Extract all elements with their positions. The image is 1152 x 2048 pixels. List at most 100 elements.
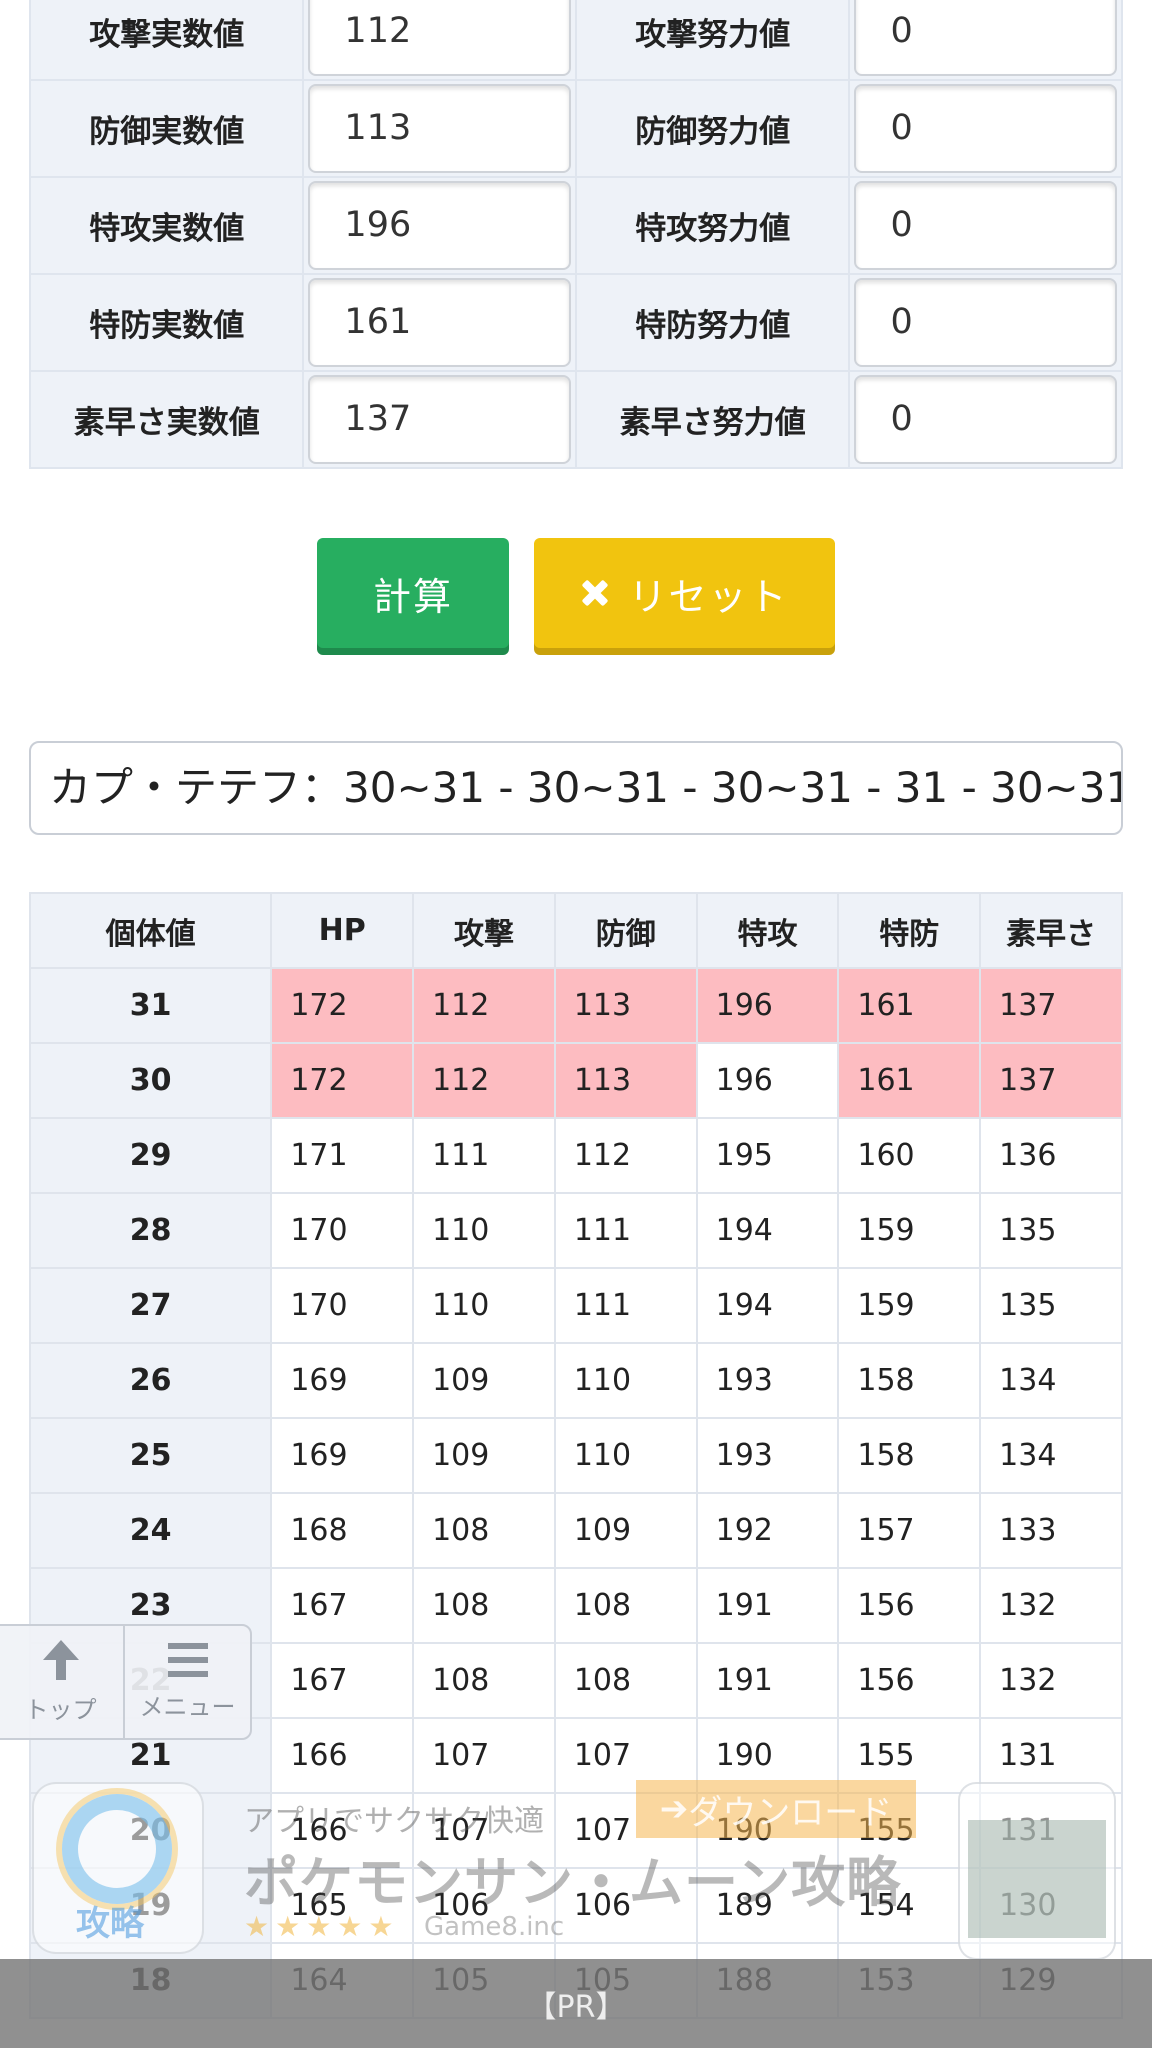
ev-label: 特防努力値: [575, 273, 851, 372]
ev-label: 防御努力値: [575, 79, 851, 178]
stat-value-cell: 191: [695, 1567, 840, 1644]
reset-button[interactable]: リセット: [534, 538, 835, 648]
stat-value-cell: 167: [270, 1642, 415, 1719]
stat-value-cell: 171: [270, 1117, 415, 1194]
top-button-label: トップ: [24, 1695, 97, 1724]
stat-value-cell: 160: [837, 1117, 982, 1194]
stat-value-cell: 135: [979, 1267, 1123, 1344]
pr-bar[interactable]: 【PR】: [0, 1959, 1152, 2048]
top-button[interactable]: トップ: [0, 1626, 123, 1738]
stat-value-cell: 172: [270, 967, 415, 1044]
stat-value-cell: 109: [412, 1342, 556, 1419]
actual-stat-label: 防御実数値: [28, 79, 305, 178]
stat-value-cell: 195: [695, 1117, 840, 1194]
stat-value-cell: 135: [979, 1192, 1123, 1269]
actual-stat-input[interactable]: 161: [308, 278, 572, 367]
stat-value-cell: 193: [695, 1342, 840, 1419]
stat-value-cell: 111: [553, 1192, 698, 1269]
ev-label: 攻撃努力値: [575, 0, 851, 81]
result-output[interactable]: カプ・テテフ：30~31 - 30~31 - 30~31 - 31 - 30~3…: [29, 741, 1123, 835]
column-header: 特攻: [695, 892, 840, 969]
ev-input[interactable]: 0: [854, 375, 1117, 464]
ev-label: 特攻努力値: [575, 176, 851, 275]
stat-value-cell: 111: [553, 1267, 698, 1344]
arrow-up-icon: [41, 1639, 81, 1680]
ev-input[interactable]: 0: [854, 84, 1117, 173]
ev-input[interactable]: 0: [854, 0, 1117, 76]
column-header: 防御: [553, 892, 698, 969]
column-header: HP: [270, 892, 415, 969]
actual-stat-label: 素早さ実数値: [28, 370, 305, 469]
stat-value-cell: 192: [695, 1492, 840, 1569]
pr-label: 【PR】: [526, 1989, 626, 2025]
menu-button-label: メニュー: [139, 1692, 236, 1721]
stat-value-cell: 167: [270, 1567, 415, 1644]
stat-value-cell: 108: [553, 1567, 698, 1644]
actual-stat-cell: 137: [302, 370, 578, 469]
download-button[interactable]: ➔ ダウンロード: [636, 1780, 916, 1838]
actual-stat-input[interactable]: 113: [308, 84, 572, 173]
stat-value-cell: 196: [695, 967, 840, 1044]
calculate-button[interactable]: 計算: [317, 538, 509, 648]
ad-tagline: アプリでサクサク快適: [244, 1804, 544, 1839]
ad-banner[interactable]: 攻略 アプリでサクサク快適 ➔ ダウンロード ポケモンサン・ムーン攻略 ★★★★…: [0, 1770, 1152, 1960]
actual-stat-input[interactable]: 196: [308, 181, 572, 270]
menu-button[interactable]: メニュー: [123, 1626, 250, 1738]
table-row: 31 172 112 113 196 161 137: [28, 967, 1123, 1044]
actual-stat-cell: 113: [302, 79, 578, 178]
ev-cell: 0: [848, 176, 1123, 275]
stat-value-cell: 109: [553, 1492, 698, 1569]
stat-value-cell: 157: [837, 1492, 982, 1569]
stat-value-cell: 158: [837, 1417, 982, 1494]
actual-stat-input[interactable]: 112: [308, 0, 572, 76]
stat-value-cell: 168: [270, 1492, 415, 1569]
table-row: 29 171 111 112 195 160 136: [28, 1117, 1123, 1194]
stat-value-cell: 108: [412, 1567, 556, 1644]
stat-input-table: 攻撃実数値 112 攻撃努力値 0 防御実数値 113 防御努力値 0 特攻実数値 196 特攻努力…: [28, 0, 1123, 469]
table-row: 27 170 110 111 194 159 135: [28, 1267, 1123, 1344]
stat-row: 素早さ実数値 137 素早さ努力値 0: [28, 370, 1123, 469]
actual-stat-cell: 161: [302, 273, 578, 372]
stat-value-cell: 108: [553, 1642, 698, 1719]
ad-company: Game8.inc: [424, 1912, 565, 1942]
stat-value-cell: 133: [979, 1492, 1123, 1569]
stat-row: 特攻実数値 196 特攻努力値 0: [28, 176, 1123, 275]
stat-value-cell: 172: [270, 1042, 415, 1119]
iv-cell: 30: [28, 1042, 273, 1119]
stat-value-cell: 112: [412, 967, 556, 1044]
table-row: 25 169 109 110 193 158 134: [28, 1417, 1123, 1494]
stat-value-cell: 193: [695, 1417, 840, 1494]
calculate-button-label: 計算: [372, 574, 453, 619]
table-row: 26 169 109 110 193 158 134: [28, 1342, 1123, 1419]
stat-value-cell: 156: [837, 1642, 982, 1719]
iv-cell: 27: [28, 1267, 273, 1344]
arrow-right-icon: ➔: [659, 1789, 689, 1829]
stat-value-cell: 169: [270, 1342, 415, 1419]
hamburger-menu-icon: [167, 1642, 208, 1677]
table-row: 28 170 110 111 194 159 135: [28, 1192, 1123, 1269]
actual-stat-label: 特攻実数値: [28, 176, 305, 275]
rating-stars: ★★★★★: [244, 1910, 400, 1943]
ev-cell: 0: [848, 370, 1123, 469]
sun-logo-icon: [62, 1794, 172, 1904]
actual-stat-cell: 196: [302, 176, 578, 275]
ev-input[interactable]: 0: [854, 278, 1117, 367]
actual-stat-input[interactable]: 137: [308, 375, 572, 464]
reset-button-label: リセット: [628, 574, 789, 619]
stat-value-cell: 108: [412, 1642, 556, 1719]
phone-screenshot: [958, 1782, 1116, 1960]
stat-value-cell: 132: [979, 1567, 1123, 1644]
stat-value-cell: 132: [979, 1642, 1123, 1719]
stat-value-cell: 161: [837, 967, 982, 1044]
iv-cell: 26: [28, 1342, 273, 1419]
floating-nav: トップ メニュー: [0, 1624, 252, 1740]
app-logo: 攻略: [32, 1782, 204, 1954]
download-label: ダウンロード: [688, 1792, 893, 1833]
actual-stat-cell: 112: [302, 0, 578, 81]
ad-title: ポケモンサン・ムーン攻略: [244, 1851, 902, 1914]
iv-cell: 25: [28, 1417, 273, 1494]
table-header-row: 個体値 HP 攻撃 防御 特攻 特防 素早さ: [28, 892, 1123, 969]
iv-cell: 28: [28, 1192, 273, 1269]
ev-input[interactable]: 0: [854, 181, 1117, 270]
actual-stat-label: 特防実数値: [28, 273, 305, 372]
